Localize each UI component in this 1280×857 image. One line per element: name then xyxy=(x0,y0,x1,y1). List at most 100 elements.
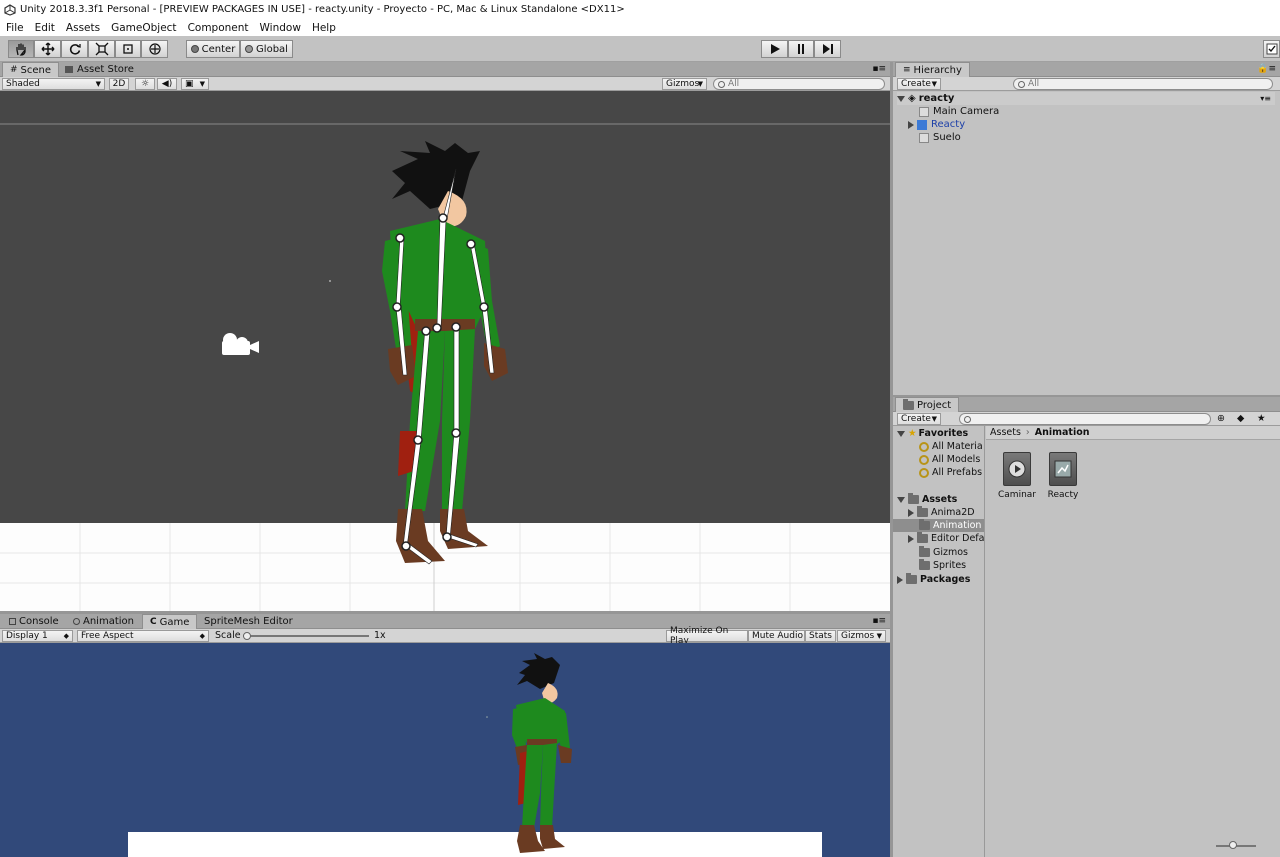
menu-gameobject[interactable]: GameObject xyxy=(111,22,176,34)
game-view[interactable] xyxy=(0,643,890,857)
menu-assets[interactable]: Assets xyxy=(66,22,100,34)
collab-button[interactable] xyxy=(1263,40,1280,58)
stats-button[interactable]: Stats xyxy=(805,630,836,642)
lighting-toggle-button[interactable]: ☼ xyxy=(135,78,155,90)
display-dropdown[interactable]: Display 1 ◆ xyxy=(2,630,73,642)
scene-view[interactable] xyxy=(0,91,890,611)
rect-tool-icon xyxy=(123,44,133,54)
menu-edit[interactable]: Edit xyxy=(35,22,55,34)
collapse-icon xyxy=(908,508,914,517)
project-create-dropdown[interactable]: Create ▼ xyxy=(897,413,941,425)
play-button[interactable] xyxy=(761,40,788,58)
aspect-label: Free Aspect xyxy=(81,631,134,641)
move-tool-button[interactable] xyxy=(34,40,61,58)
tab-animation[interactable]: Animation xyxy=(66,614,141,629)
sun-icon: ☼ xyxy=(140,79,150,89)
step-button[interactable] xyxy=(814,40,841,58)
folder-animation[interactable]: Animation xyxy=(893,519,984,532)
rect-tool-button[interactable] xyxy=(115,40,141,58)
folder-gizmos[interactable]: Gizmos xyxy=(919,546,968,559)
chevron-down-icon: ▼ xyxy=(931,415,937,423)
tab-spritemesh-editor[interactable]: SpriteMesh Editor xyxy=(197,614,300,629)
audio-toggle-button[interactable]: ◀) xyxy=(157,78,177,90)
folder-icon xyxy=(908,493,919,504)
lock-icon[interactable]: 🔒≡ xyxy=(1257,64,1276,74)
camera-gizmo-icon xyxy=(222,333,259,355)
space-global-button[interactable]: Global xyxy=(240,40,293,58)
unity-scene-icon: ◈ xyxy=(908,93,916,104)
favorite-star-icon[interactable]: ★ xyxy=(1257,413,1266,424)
rotate-tool-button[interactable] xyxy=(61,40,88,58)
pacman-icon: C xyxy=(150,617,157,627)
filter-type-icon[interactable]: ⊕ xyxy=(1217,413,1225,424)
favorite-label: All Models xyxy=(932,454,981,465)
asset-caminar-label: Caminar xyxy=(998,490,1036,500)
folder-sprites[interactable]: Sprites xyxy=(919,559,966,572)
favorite-all-materials[interactable]: All Materia xyxy=(919,440,983,453)
aspect-dropdown[interactable]: Free Aspect ◆ xyxy=(77,630,209,642)
step-icon xyxy=(822,44,833,54)
menu-window[interactable]: Window xyxy=(260,22,301,34)
hierarchy-create-dropdown[interactable]: Create ▼ xyxy=(897,78,941,90)
tab-game[interactable]: C Game xyxy=(142,614,198,629)
project-search-input[interactable] xyxy=(959,413,1211,425)
packages-root-row[interactable]: Packages xyxy=(897,573,970,586)
pivot-icon xyxy=(190,45,199,53)
panel-menu-icon[interactable]: ▪≡ xyxy=(872,616,886,626)
hierarchy-item-suelo[interactable]: Suelo xyxy=(919,131,961,144)
shading-mode-dropdown[interactable]: Shaded ▼ xyxy=(2,78,105,90)
gizmos-dropdown[interactable]: Gizmos ▼ xyxy=(662,78,707,90)
favorite-all-prefabs[interactable]: All Prefabs xyxy=(919,466,982,479)
maximize-on-play-button[interactable]: Maximize On Play xyxy=(666,626,748,646)
hierarchy-tabbar: ≡ Hierarchy 🔒≡ xyxy=(893,62,1280,77)
folder-editor-default[interactable]: Editor Defa xyxy=(908,532,984,545)
tab-scene[interactable]: # Scene xyxy=(2,62,60,77)
main-camera-label: Main Camera xyxy=(933,106,1000,117)
scene-search-input[interactable]: All xyxy=(713,78,885,90)
scene-root-row[interactable]: ◈ reacty ▾≡ xyxy=(897,92,1275,105)
main-toolbar: Center Global xyxy=(0,36,1280,62)
horizontal-splitter[interactable] xyxy=(0,611,890,614)
filter-label-icon[interactable]: ◆ xyxy=(1237,413,1244,424)
project-tabbar: Project xyxy=(893,397,1280,412)
pivot-center-button[interactable]: Center xyxy=(186,40,240,58)
menu-file[interactable]: File xyxy=(6,22,24,34)
transform-tool-button[interactable] xyxy=(141,40,168,58)
2d-toggle-button[interactable]: 2D xyxy=(109,78,129,90)
hierarchy-item-reacty[interactable]: Reacty xyxy=(908,118,965,131)
menu-component[interactable]: Component xyxy=(188,22,249,34)
unity-logo-icon xyxy=(4,3,16,16)
game-canvas xyxy=(128,653,822,857)
scene-menu-icon[interactable]: ▾≡ xyxy=(1260,94,1271,103)
hierarchy-item-main-camera[interactable]: Main Camera xyxy=(919,105,999,118)
effects-dropdown[interactable]: ▣ ▼ xyxy=(181,78,209,90)
pause-button[interactable] xyxy=(788,40,814,58)
scale-slider-track[interactable] xyxy=(243,635,369,637)
favorites-row[interactable]: ★ Favorites xyxy=(897,427,968,440)
game-gizmos-dropdown[interactable]: Gizmos ▼ xyxy=(837,630,886,642)
menu-help[interactable]: Help xyxy=(312,22,336,34)
breadcrumb-assets[interactable]: Assets xyxy=(990,427,1021,438)
breadcrumb-separator-icon: › xyxy=(1025,427,1030,438)
tab-asset-store[interactable]: Asset Store xyxy=(58,62,141,77)
tab-console[interactable]: Console xyxy=(2,614,66,629)
scale-tool-button[interactable] xyxy=(88,40,115,58)
folder-anima2d[interactable]: Anima2D xyxy=(908,506,975,519)
icon-size-slider-thumb[interactable] xyxy=(1229,841,1237,849)
assets-root-row[interactable]: Assets xyxy=(897,493,957,506)
panel-menu-icon[interactable]: ▪≡ xyxy=(872,64,886,74)
tab-hierarchy[interactable]: ≡ Hierarchy xyxy=(895,62,970,77)
asset-reacty-controller[interactable]: Reacty xyxy=(1039,452,1087,500)
display-label: Display 1 xyxy=(6,631,48,641)
favorite-all-models[interactable]: All Models xyxy=(919,453,980,466)
asset-caminar[interactable]: Caminar xyxy=(993,452,1041,500)
scale-slider-thumb[interactable] xyxy=(243,632,251,640)
hierarchy-toolbar: Create ▼ All xyxy=(893,77,1280,91)
expand-icon xyxy=(897,496,905,503)
hand-tool-button[interactable] xyxy=(8,40,34,58)
mute-audio-button[interactable]: Mute Audio xyxy=(748,630,805,642)
hierarchy-search-input[interactable]: All xyxy=(1013,78,1273,90)
tab-project[interactable]: Project xyxy=(895,397,960,412)
suelo-label: Suelo xyxy=(933,132,961,143)
star-icon: ★ xyxy=(908,428,917,439)
